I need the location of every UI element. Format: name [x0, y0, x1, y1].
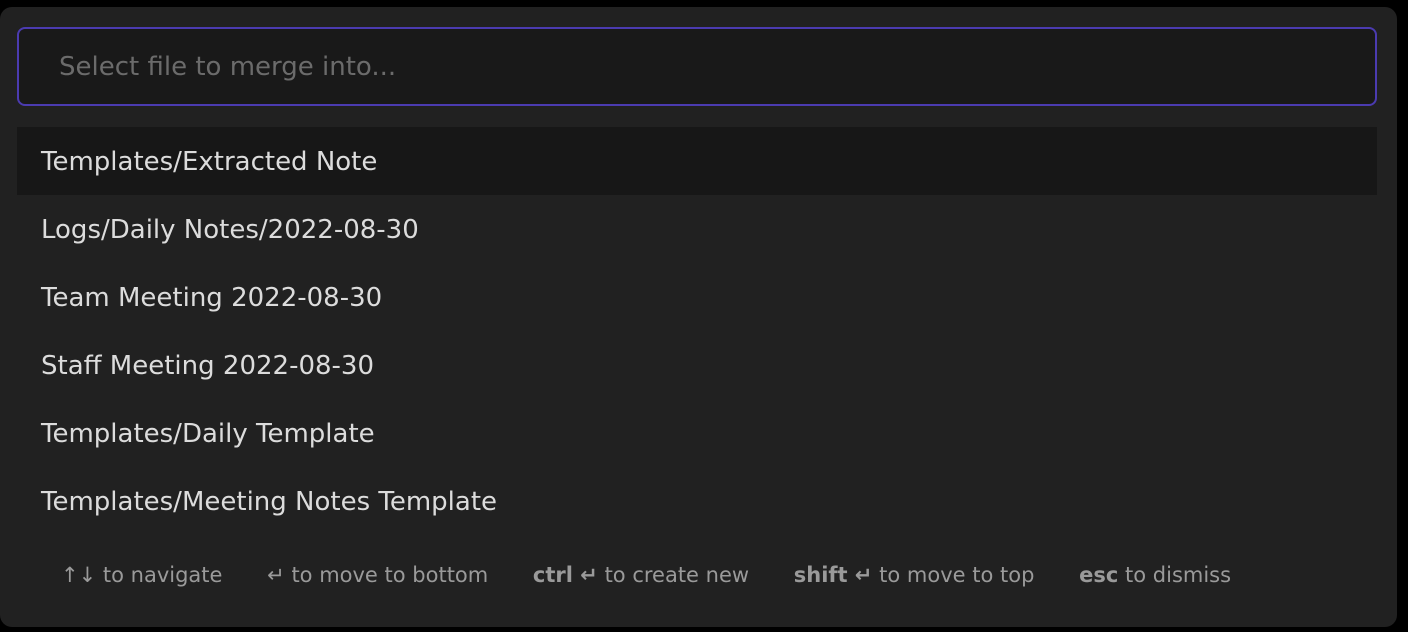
result-item[interactable]: Staff Meeting 2022-08-30: [17, 331, 1377, 399]
result-item[interactable]: Templates/Daily Template: [17, 399, 1377, 467]
hint-dismiss: esc to dismiss: [1079, 563, 1231, 587]
hint-create-new: ctrl ↵ to create new: [533, 563, 749, 587]
result-item[interactable]: Templates/Meeting Notes Template: [17, 467, 1377, 535]
merge-file-modal: Templates/Extracted Note Logs/Daily Note…: [0, 7, 1397, 627]
instructions-bar: ↑↓ to navigate ↵ to move to bottom ctrl …: [61, 563, 1269, 587]
result-item[interactable]: Team Meeting 2022-08-30: [17, 263, 1377, 331]
result-item[interactable]: Templates/Extracted Note: [17, 127, 1377, 195]
hint-move-bottom: ↵ to move to bottom: [267, 563, 488, 587]
hint-text: to move to top: [879, 563, 1035, 587]
file-search-input[interactable]: [17, 27, 1377, 106]
hint-key: shift ↵: [793, 563, 873, 587]
arrows-icon: ↑↓: [61, 563, 97, 587]
hint-move-top: shift ↵ to move to top: [794, 563, 1035, 587]
hint-text: to move to bottom: [291, 563, 489, 587]
hint-key: esc: [1079, 563, 1119, 587]
hint-text: to dismiss: [1125, 563, 1232, 587]
hint-key: ctrl ↵: [532, 563, 598, 587]
enter-icon: ↵: [267, 563, 285, 587]
hint-text: to navigate: [102, 563, 223, 587]
result-item[interactable]: Logs/Daily Notes/2022-08-30: [17, 195, 1377, 263]
results-list: Templates/Extracted Note Logs/Daily Note…: [17, 127, 1377, 535]
hint-navigate: ↑↓ to navigate: [61, 563, 222, 587]
hint-text: to create new: [604, 563, 750, 587]
